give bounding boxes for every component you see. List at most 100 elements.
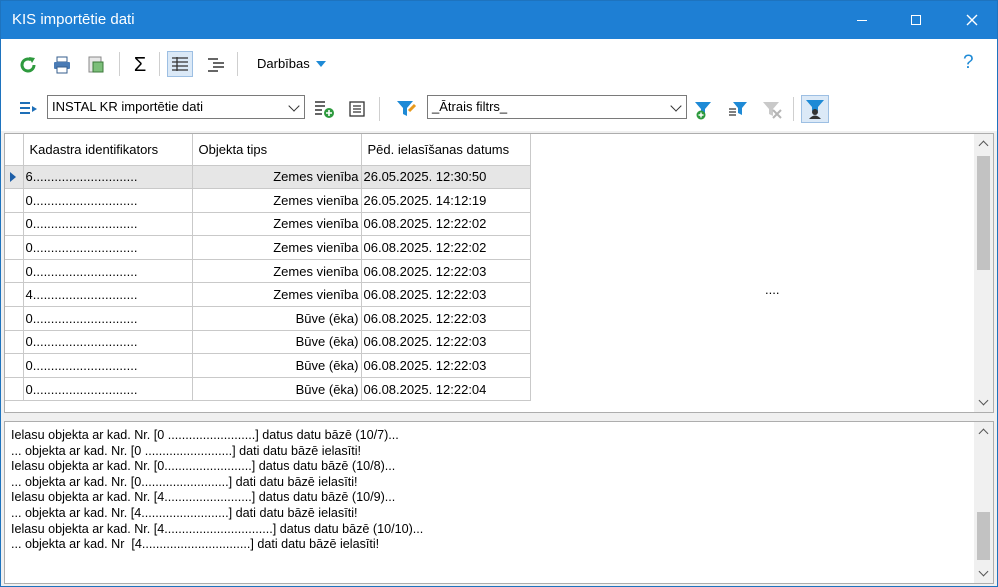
close-button[interactable] (949, 1, 995, 39)
tree-view-button[interactable] (203, 52, 229, 78)
cadastre-id-cell[interactable]: 6............................. (23, 165, 193, 190)
view-select-icon (20, 102, 37, 114)
table-row[interactable]: 0............................. Būve (ēka)… (5, 353, 531, 378)
cadastre-id-cell[interactable]: 0............................. (23, 188, 193, 213)
last-read-date-cell[interactable]: 06.08.2025. 12:22:03 (361, 282, 531, 308)
maximize-button[interactable] (893, 1, 939, 39)
scrollbar-thumb[interactable] (977, 156, 990, 270)
row-indicator (5, 377, 24, 402)
row-indicator (5, 353, 24, 378)
clear-filter-button[interactable] (759, 97, 785, 123)
table-row[interactable]: 0............................. Būve (ēka)… (5, 306, 531, 331)
table-row[interactable]: 0............................. Zemes vien… (5, 188, 531, 213)
cadastre-id-cell[interactable]: 0............................. (23, 235, 193, 260)
log-line: ... objekta ar kad. Nr. [0 .............… (11, 443, 361, 458)
grid-view-button[interactable] (167, 51, 193, 77)
user-filter-button[interactable] (801, 95, 829, 123)
printer-icon (54, 56, 70, 74)
view-select[interactable]: INSTAL KR importētie dati (47, 95, 305, 119)
object-type-cell[interactable]: Zemes vienība (192, 282, 362, 308)
last-read-date-cell[interactable]: 06.08.2025. 12:22:03 (361, 353, 531, 378)
column-header-object-type[interactable]: Objekta tips (192, 134, 362, 166)
export-button[interactable] (83, 52, 109, 78)
add-view-button[interactable] (311, 96, 337, 122)
row-indicator (5, 235, 24, 260)
minimize-button[interactable] (839, 1, 885, 39)
cadastre-id-cell[interactable]: 0............................. (23, 330, 193, 355)
edit-view-button[interactable] (345, 96, 371, 122)
print-button[interactable] (49, 52, 75, 78)
object-type-cell[interactable]: Būve (ēka) (192, 353, 362, 378)
column-header-cadastre-id[interactable]: Kadastra identifikators (23, 134, 193, 166)
view-list-button[interactable] (15, 96, 41, 122)
filter-button[interactable] (393, 96, 419, 122)
scroll-down-button[interactable] (974, 564, 993, 583)
maximize-icon (911, 15, 921, 25)
scroll-down-button[interactable] (974, 393, 993, 412)
user-filter-icon (806, 100, 824, 119)
table-row[interactable]: 6............................. Zemes vien… (5, 165, 531, 190)
cadastre-id-cell[interactable]: 0............................. (23, 353, 193, 378)
column-header-last-read-date[interactable]: Pēd. ielasīšanas datums (361, 134, 531, 166)
chevron-down-icon (978, 395, 989, 406)
toolbar-separator (379, 97, 380, 121)
actions-menu[interactable]: Darbības (257, 56, 326, 71)
toolbar-separator (793, 97, 794, 121)
table-row[interactable]: 0............................. Zemes vien… (5, 259, 531, 284)
row-indicator (5, 282, 24, 308)
view-select-value: INSTAL KR importētie dati (52, 99, 203, 114)
cadastre-id-cell[interactable]: 4............................. (23, 282, 193, 308)
grid-body: 6............................. Zemes vien… (5, 165, 531, 402)
object-type-cell[interactable]: Zemes vienība (192, 165, 362, 190)
log-text: Ielasu objekta ar kad. Nr. [0 ..........… (11, 428, 423, 553)
last-read-date-cell[interactable]: 06.08.2025. 12:22:03 (361, 306, 531, 331)
quick-filter-select[interactable]: _Ātrais filtrs_ (427, 95, 687, 119)
row-indicator (5, 330, 24, 355)
scroll-up-button[interactable] (974, 134, 993, 153)
actions-label: Darbības (257, 56, 310, 71)
clear-filter-icon (763, 102, 782, 119)
chevron-up-icon (978, 428, 989, 439)
list-view-icon (172, 57, 188, 71)
table-row[interactable]: 0............................. Būve (ēka)… (5, 377, 531, 402)
tree-view-icon (208, 58, 224, 72)
table-row[interactable]: 0............................. Būve (ēka)… (5, 330, 531, 355)
current-row-icon (10, 171, 16, 182)
edit-filter-icon (729, 102, 747, 116)
last-read-date-cell[interactable]: 06.08.2025. 12:22:03 (361, 259, 531, 284)
grid-scrollbar[interactable] (974, 134, 993, 412)
toolbar-separator (237, 52, 238, 76)
log-line: ... objekta ar kad. Nr [4...............… (11, 537, 380, 552)
object-type-cell[interactable]: Zemes vienība (192, 188, 362, 213)
scrollbar-thumb[interactable] (977, 512, 990, 560)
last-read-date-cell[interactable]: 06.08.2025. 12:22:04 (361, 377, 531, 402)
last-read-date-cell[interactable]: 26.05.2025. 12:30:50 (361, 165, 531, 190)
object-type-cell[interactable]: Zemes vienība (192, 212, 362, 237)
sum-button[interactable]: Σ (127, 52, 153, 78)
object-type-cell[interactable]: Būve (ēka) (192, 377, 362, 402)
cadastre-id-cell[interactable]: 0............................. (23, 377, 193, 402)
refresh-button[interactable] (15, 52, 41, 78)
cadastre-id-cell[interactable]: 0............................. (23, 259, 193, 284)
cadastre-id-cell[interactable]: 0............................. (23, 306, 193, 331)
last-read-date-cell[interactable]: 06.08.2025. 12:22:03 (361, 330, 531, 355)
object-type-cell[interactable]: Zemes vienība (192, 235, 362, 260)
chevron-down-icon (288, 100, 300, 112)
last-read-date-cell[interactable]: 26.05.2025. 14:12:19 (361, 188, 531, 213)
scroll-up-button[interactable] (974, 422, 993, 441)
help-button[interactable]: ? (963, 52, 974, 74)
grid-ellipsis: .... (765, 282, 780, 297)
object-type-cell[interactable]: Būve (ēka) (192, 330, 362, 355)
last-read-date-cell[interactable]: 06.08.2025. 12:22:02 (361, 235, 531, 260)
table-row[interactable]: 0............................. Zemes vien… (5, 235, 531, 260)
object-type-cell[interactable]: Būve (ēka) (192, 306, 362, 331)
add-filter-button[interactable] (691, 97, 717, 123)
edit-filter-button[interactable] (725, 97, 751, 123)
table-row[interactable]: 0............................. Zemes vien… (5, 212, 531, 237)
table-row[interactable]: 4............................. Zemes vien… (5, 282, 531, 308)
cadastre-id-cell[interactable]: 0............................. (23, 212, 193, 237)
object-type-cell[interactable]: Zemes vienība (192, 259, 362, 284)
log-scrollbar[interactable] (974, 422, 993, 583)
last-read-date-cell[interactable]: 06.08.2025. 12:22:02 (361, 212, 531, 237)
dropdown-arrow-icon (315, 60, 326, 67)
